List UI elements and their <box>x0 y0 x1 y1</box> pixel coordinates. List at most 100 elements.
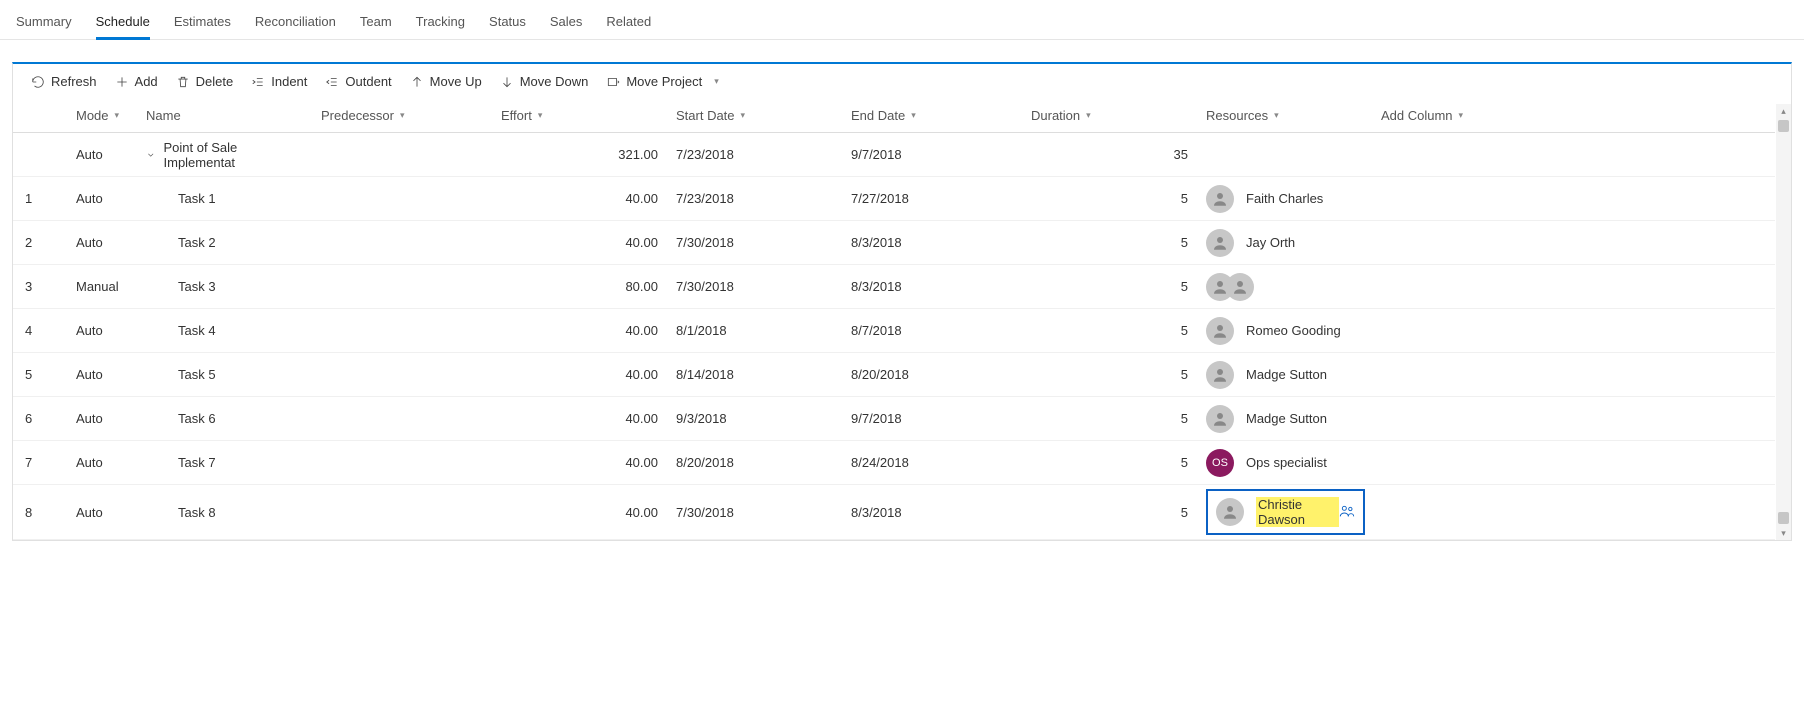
moveup-button[interactable]: Move Up <box>410 74 482 89</box>
cell-resources[interactable]: Christie Dawson <box>1198 485 1373 539</box>
cell-duration[interactable]: 5 <box>1023 485 1198 539</box>
cell-start[interactable]: 7/30/2018 <box>668 485 843 539</box>
cell-mode[interactable]: Auto <box>68 485 138 539</box>
cell-effort[interactable]: 80.00 <box>493 265 668 308</box>
cell-mode[interactable]: Manual <box>68 265 138 308</box>
cell-mode[interactable]: Auto <box>68 133 138 176</box>
tab-status[interactable]: Status <box>489 10 526 39</box>
cell-start[interactable]: 8/14/2018 <box>668 353 843 396</box>
cell-duration[interactable]: 5 <box>1023 397 1198 440</box>
cell-name[interactable]: Task 5 <box>138 353 313 396</box>
task-row-parent[interactable]: Auto Point of Sale Implementat 321.00 7/… <box>13 133 1775 177</box>
task-row[interactable]: 6AutoTask 640.009/3/20189/7/20185Madge S… <box>13 397 1775 441</box>
task-row[interactable]: 4AutoTask 440.008/1/20188/7/20185Romeo G… <box>13 309 1775 353</box>
cell-name[interactable]: Task 4 <box>138 309 313 352</box>
scroll-up-icon[interactable]: ▴ <box>1776 104 1791 118</box>
cell-start[interactable]: 9/3/2018 <box>668 397 843 440</box>
people-picker-icon[interactable] <box>1339 503 1355 522</box>
cell-predecessor[interactable] <box>313 177 493 220</box>
col-start[interactable]: Start Date▾ <box>668 99 843 132</box>
cell-mode[interactable]: Auto <box>68 353 138 396</box>
chevron-down-icon[interactable] <box>146 150 156 160</box>
cell-resources[interactable]: Madge Sutton <box>1198 397 1373 440</box>
cell-duration[interactable]: 35 <box>1023 133 1198 176</box>
cell-effort[interactable]: 40.00 <box>493 397 668 440</box>
cell-start[interactable]: 7/30/2018 <box>668 221 843 264</box>
tab-summary[interactable]: Summary <box>16 10 72 39</box>
cell-start[interactable]: 7/23/2018 <box>668 133 843 176</box>
cell-end[interactable]: 9/7/2018 <box>843 133 1023 176</box>
cell-end[interactable]: 8/24/2018 <box>843 441 1023 484</box>
cell-effort[interactable]: 40.00 <box>493 177 668 220</box>
cell-name[interactable]: Task 8 <box>138 485 313 539</box>
cell-predecessor[interactable] <box>313 265 493 308</box>
scrollbar[interactable]: ▴ ▾ <box>1776 104 1791 540</box>
col-add[interactable]: Add Column▾ <box>1373 99 1775 132</box>
cell-predecessor[interactable] <box>313 441 493 484</box>
cell-resources[interactable]: Jay Orth <box>1198 221 1373 264</box>
tab-estimates[interactable]: Estimates <box>174 10 231 39</box>
cell-duration[interactable]: 5 <box>1023 265 1198 308</box>
task-row[interactable]: 8AutoTask 840.007/30/20188/3/20185Christ… <box>13 485 1775 540</box>
cell-resources[interactable]: Romeo Gooding <box>1198 309 1373 352</box>
cell-predecessor[interactable] <box>313 221 493 264</box>
cell-resources[interactable]: Madge Sutton <box>1198 353 1373 396</box>
task-row[interactable]: 2AutoTask 240.007/30/20188/3/20185Jay Or… <box>13 221 1775 265</box>
col-predecessor[interactable]: Predecessor▾ <box>313 99 493 132</box>
resource-editor[interactable]: Christie Dawson <box>1206 489 1365 535</box>
moveproject-button[interactable]: Move Project ▾ <box>606 74 718 89</box>
col-name[interactable]: Name <box>138 99 313 132</box>
cell-start[interactable]: 8/20/2018 <box>668 441 843 484</box>
tab-schedule[interactable]: Schedule <box>96 10 150 39</box>
cell-name[interactable]: Task 1 <box>138 177 313 220</box>
outdent-button[interactable]: Outdent <box>325 74 391 89</box>
cell-end[interactable]: 8/3/2018 <box>843 265 1023 308</box>
cell-mode[interactable]: Auto <box>68 397 138 440</box>
cell-effort[interactable]: 40.00 <box>493 485 668 539</box>
cell-name[interactable]: Task 3 <box>138 265 313 308</box>
task-row[interactable]: 7AutoTask 740.008/20/20188/24/20185OSOps… <box>13 441 1775 485</box>
task-row[interactable]: 1AutoTask 140.007/23/20187/27/20185Faith… <box>13 177 1775 221</box>
cell-effort[interactable]: 40.00 <box>493 309 668 352</box>
scroll-thumb[interactable] <box>1778 120 1789 132</box>
cell-start[interactable]: 8/1/2018 <box>668 309 843 352</box>
cell-predecessor[interactable] <box>313 309 493 352</box>
cell-duration[interactable]: 5 <box>1023 309 1198 352</box>
cell-end[interactable]: 7/27/2018 <box>843 177 1023 220</box>
add-button[interactable]: Add <box>115 74 158 89</box>
cell-start[interactable]: 7/30/2018 <box>668 265 843 308</box>
cell-end[interactable]: 8/3/2018 <box>843 221 1023 264</box>
cell-resources[interactable]: Faith Charles <box>1198 177 1373 220</box>
cell-mode[interactable]: Auto <box>68 221 138 264</box>
col-end[interactable]: End Date▾ <box>843 99 1023 132</box>
cell-duration[interactable]: 5 <box>1023 221 1198 264</box>
cell-duration[interactable]: 5 <box>1023 441 1198 484</box>
cell-end[interactable]: 8/20/2018 <box>843 353 1023 396</box>
cell-mode[interactable]: Auto <box>68 309 138 352</box>
col-duration[interactable]: Duration▾ <box>1023 99 1198 132</box>
delete-button[interactable]: Delete <box>176 74 234 89</box>
cell-duration[interactable]: 5 <box>1023 177 1198 220</box>
cell-predecessor[interactable] <box>313 133 493 176</box>
cell-end[interactable]: 8/7/2018 <box>843 309 1023 352</box>
cell-predecessor[interactable] <box>313 485 493 539</box>
cell-predecessor[interactable] <box>313 353 493 396</box>
tab-related[interactable]: Related <box>606 10 651 39</box>
cell-name[interactable]: Task 2 <box>138 221 313 264</box>
col-resources[interactable]: Resources▾ <box>1198 99 1373 132</box>
cell-effort[interactable]: 40.00 <box>493 353 668 396</box>
scroll-down-icon[interactable]: ▾ <box>1776 526 1791 540</box>
tab-team[interactable]: Team <box>360 10 392 39</box>
cell-predecessor[interactable] <box>313 397 493 440</box>
cell-name[interactable]: Point of Sale Implementat <box>138 133 313 176</box>
cell-name[interactable]: Task 6 <box>138 397 313 440</box>
tab-sales[interactable]: Sales <box>550 10 583 39</box>
cell-effort[interactable]: 40.00 <box>493 221 668 264</box>
cell-mode[interactable]: Auto <box>68 177 138 220</box>
tab-tracking[interactable]: Tracking <box>416 10 465 39</box>
cell-resources[interactable] <box>1198 265 1373 308</box>
cell-resources[interactable]: OSOps specialist <box>1198 441 1373 484</box>
cell-duration[interactable]: 5 <box>1023 353 1198 396</box>
tab-reconciliation[interactable]: Reconciliation <box>255 10 336 39</box>
cell-name[interactable]: Task 7 <box>138 441 313 484</box>
